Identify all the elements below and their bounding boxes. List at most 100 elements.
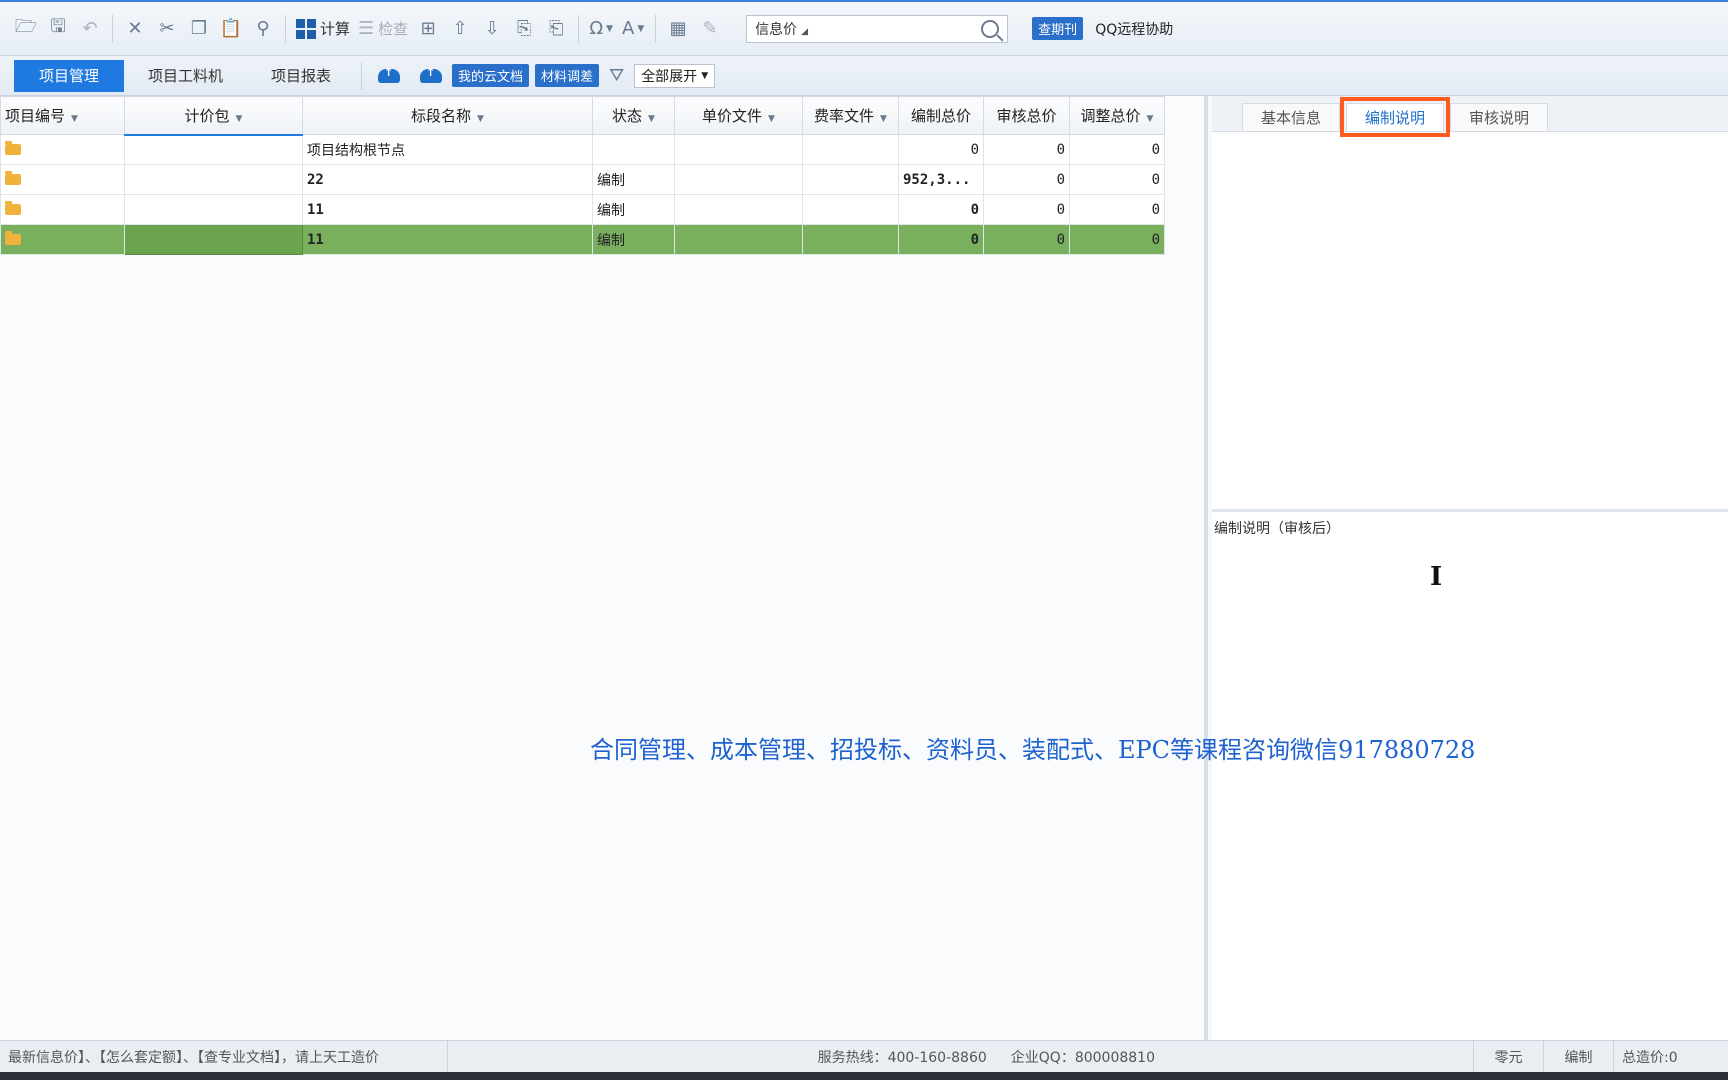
fee-rate-file-cell[interactable]	[802, 134, 899, 165]
material-adjust-button[interactable]: 材料调差	[535, 64, 600, 87]
col-header-adjusted-total[interactable]: 调整总价 ▼	[1069, 96, 1165, 135]
symbol-dropdown[interactable]: Ω ▼	[585, 11, 617, 47]
folder-icon	[5, 200, 21, 215]
compile-notes-after-audit-label: 编制说明（审核后）	[1214, 521, 1340, 537]
check-icon: ☰	[358, 18, 375, 39]
calc-button[interactable]: 计算	[292, 11, 354, 47]
adjusted-total-cell: 0	[1069, 134, 1165, 165]
cloud-download-icon[interactable]	[420, 66, 443, 83]
table-row-selected[interactable]: 11 编制 0 0 0	[0, 224, 1165, 255]
compiled-total-cell: 0	[898, 134, 984, 165]
tab-project-labor[interactable]: 项目工料机	[124, 60, 247, 92]
row-icon-cell	[0, 134, 125, 165]
link-icon[interactable]: ⎘	[508, 11, 540, 47]
open-folder-icon[interactable]: 🗁	[10, 11, 42, 47]
adjusted-total-cell: 0	[1069, 224, 1165, 255]
col-header-unit-price-file[interactable]: 单价文件 ▼	[674, 96, 803, 135]
project-grid-area: 项目编号 ▼ 计价包 ▼ 标段名称 ▼ 状态 ▼ 单价文件 ▼ 费率文件 ▼ 编制总价 审核…	[0, 96, 1208, 1040]
calc-icon	[296, 18, 316, 39]
qq-remote-help-link[interactable]: QQ远程协助	[1095, 19, 1173, 39]
pricing-package-cell[interactable]	[124, 194, 303, 225]
col-header-section-name[interactable]: 标段名称 ▼	[302, 96, 593, 135]
table-header-row: 项目编号 ▼ 计价包 ▼ 标段名称 ▼ 状态 ▼ 单价文件 ▼ 费率文件 ▼ 编制总价 审核…	[0, 96, 1165, 136]
status-cell[interactable]: 编制	[592, 224, 675, 255]
tab-project-management[interactable]: 项目管理	[14, 59, 124, 92]
folder-icon	[5, 230, 21, 245]
audited-total-cell: 0	[983, 194, 1070, 225]
status-cell[interactable]: 编制	[592, 194, 675, 225]
fee-rate-file-cell[interactable]	[802, 194, 899, 225]
row-icon-cell	[0, 164, 125, 195]
my-cloud-docs-button[interactable]: 我的云文档	[452, 64, 530, 87]
paste-icon[interactable]: 📋	[215, 11, 247, 47]
move-up-icon[interactable]: ⇧	[444, 11, 476, 47]
col-header-pricing-package[interactable]: 计价包 ▼	[124, 96, 303, 136]
project-table: 项目编号 ▼ 计价包 ▼ 标段名称 ▼ 状态 ▼ 单价文件 ▼ 费率文件 ▼ 编制总价 审核…	[0, 96, 1165, 255]
cloud-upload-icon[interactable]	[378, 66, 401, 83]
audited-total-cell: 0	[983, 224, 1070, 255]
filter-icon[interactable]: ⛛	[609, 65, 624, 86]
main-toolbar: 🗁 🖫 ↶ ✕ ✂ ❐ 📋 ⚲ 计算 ☰ 检查 ⊞ ⇧ ⇩ ⎘ ⎗ Ω ▼ A ▼ …	[0, 0, 1728, 56]
compiled-total-cell: 0	[898, 194, 984, 225]
section-name-cell[interactable]: 11	[302, 224, 593, 255]
unit-status: 零元	[1474, 1040, 1544, 1073]
tab-basic-info[interactable]: 基本信息	[1242, 103, 1341, 131]
compile-notes-editor[interactable]	[1212, 132, 1728, 512]
calc-label: 计算	[320, 20, 351, 38]
col-header-compiled-total[interactable]: 编制总价	[898, 96, 984, 135]
audited-total-cell: 0	[983, 164, 1070, 195]
table-row[interactable]: 项目结构根节点 0 0 0	[0, 134, 1165, 165]
section-name-cell[interactable]: 11	[302, 194, 593, 225]
edit-icon[interactable]: ✎	[694, 11, 726, 47]
find-icon[interactable]: ⚲	[247, 11, 279, 47]
table-row[interactable]: 22 编制 952,3... 0 0	[0, 164, 1165, 195]
col-header-audited-total[interactable]: 审核总价	[983, 96, 1070, 135]
col-header-status[interactable]: 状态 ▼	[592, 96, 675, 135]
pricing-package-cell[interactable]	[124, 164, 303, 195]
status-bar: 最新信息价】、【怎么套定额】、【查专业文档】，请上天工造价 服务热线：400-1…	[0, 1040, 1728, 1073]
total-cost-status: 总造价:0	[1622, 1049, 1678, 1066]
pricing-package-cell[interactable]	[124, 134, 303, 165]
section-name-cell[interactable]: 22	[302, 164, 593, 195]
check-button[interactable]: ☰ 检查	[354, 11, 412, 47]
copy-icon[interactable]: ❐	[183, 11, 215, 47]
compiled-total-cell: 952,3...	[898, 164, 984, 195]
font-style-dropdown[interactable]: A ▼	[617, 11, 649, 47]
row-icon-cell	[0, 194, 125, 225]
compile-notes-after-audit-editor[interactable]	[1212, 544, 1728, 1024]
col-header-project-no[interactable]: 项目编号 ▼	[0, 96, 125, 135]
tab-project-report[interactable]: 项目报表	[247, 60, 355, 92]
fee-rate-file-cell[interactable]	[802, 164, 899, 195]
delete-icon[interactable]: ✕	[119, 11, 151, 47]
row-icon-cell	[0, 224, 125, 255]
period-button[interactable]: 查期刊	[1032, 17, 1084, 40]
undo-icon[interactable]: ↶	[74, 11, 106, 47]
status-cell[interactable]: 编制	[592, 164, 675, 195]
status-cell[interactable]	[592, 134, 675, 165]
save-icon[interactable]: 🖫	[42, 11, 74, 47]
move-down-icon[interactable]: ⇩	[476, 11, 508, 47]
check-label: 检查	[378, 20, 409, 38]
col-header-fee-rate-file[interactable]: 费率文件 ▼	[802, 96, 899, 135]
expand-all-dropdown[interactable]: 全部展开 ▼	[634, 63, 716, 88]
description-panel: 基本信息 编制说明 审核说明 编制说明（审核后） I	[1212, 96, 1728, 1040]
news-ticker[interactable]: 最新信息价】、【怎么套定额】、【查专业文档】，请上天工造价	[0, 1040, 448, 1073]
pricing-package-cell[interactable]	[124, 224, 303, 255]
unlink-icon[interactable]: ⎗	[540, 11, 572, 47]
section-name-cell[interactable]: 项目结构根节点	[302, 134, 593, 165]
table-icon[interactable]: ⊞	[412, 11, 444, 47]
unit-price-file-cell[interactable]	[674, 224, 803, 255]
tab-compile-notes[interactable]: 编制说明	[1340, 97, 1451, 137]
info-price-combo[interactable]: 信息价 ◢	[746, 14, 1009, 43]
cut-icon[interactable]: ✂	[151, 11, 183, 47]
tab-audit-notes[interactable]: 审核说明	[1450, 103, 1549, 131]
unit-price-file-cell[interactable]	[674, 134, 803, 165]
unit-price-file-cell[interactable]	[674, 164, 803, 195]
chevron-down-icon: ▼	[701, 70, 709, 81]
folder-icon	[5, 170, 21, 185]
calculator-icon[interactable]: ▦	[662, 11, 694, 47]
unit-price-file-cell[interactable]	[674, 194, 803, 225]
fee-rate-file-cell[interactable]	[802, 224, 899, 255]
table-row[interactable]: 11 编制 0 0 0	[0, 194, 1165, 225]
search-icon[interactable]	[981, 19, 1000, 38]
